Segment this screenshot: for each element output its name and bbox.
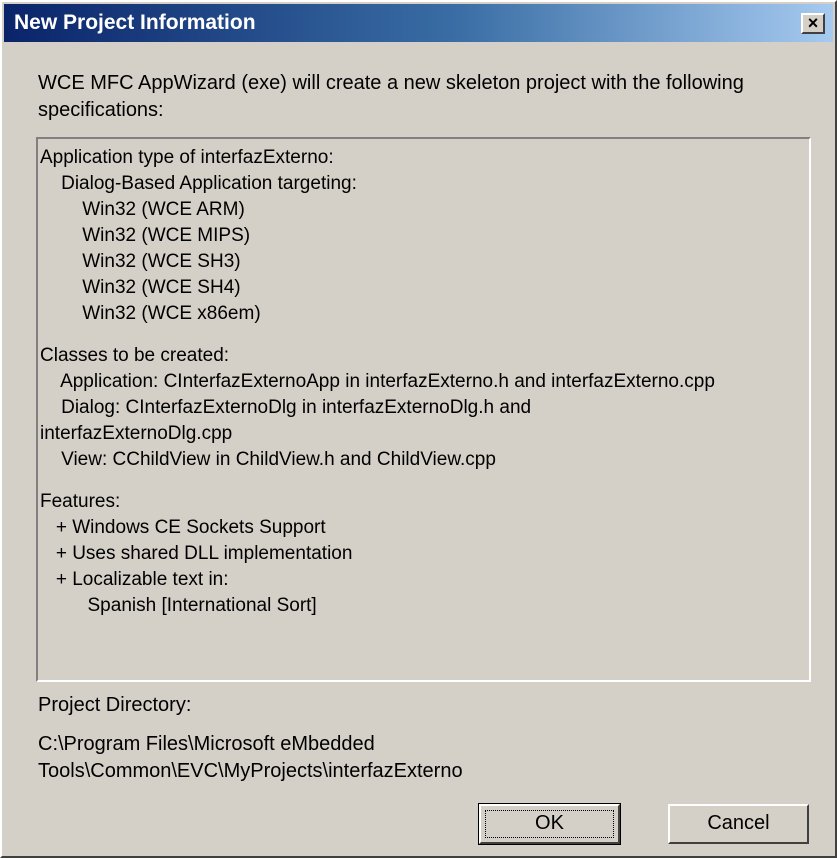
spec-line: Win32 (WCE MIPS) — [40, 225, 251, 246]
spec-line: Classes to be created: — [40, 345, 230, 366]
new-project-information-dialog: New Project Information × WCE MFC AppWiz… — [0, 0, 837, 858]
focus-rectangle — [485, 810, 614, 838]
spec-line: Win32 (WCE x86em) — [40, 303, 261, 324]
spec-line: + Uses shared DLL implementation — [40, 543, 353, 564]
spec-line: Features: — [40, 491, 121, 512]
spec-line: Win32 (WCE SH3) — [40, 251, 241, 272]
spec-line: Spanish [International Sort] — [40, 595, 317, 616]
spec-line: + Localizable text in: — [40, 569, 229, 590]
spec-line: Dialog: CInterfazExternoDlg in interfazE… — [40, 397, 532, 418]
cancel-button[interactable]: Cancel — [668, 804, 809, 844]
cancel-button-label: Cancel — [707, 812, 770, 834]
project-directory-label: Project Directory: — [38, 694, 192, 716]
spec-line: Dialog-Based Application targeting: — [40, 173, 357, 194]
spec-line: + Windows CE Sockets Support — [40, 517, 326, 538]
project-directory-path: C:\Program Files\Microsoft eMbedded Tool… — [38, 733, 463, 782]
spec-line: Win32 (WCE ARM) — [40, 199, 245, 220]
close-icon: × — [807, 13, 819, 33]
title-bar[interactable]: New Project Information × — [4, 4, 833, 42]
intro-text: WCE MFC AppWizard (exe) will create a ne… — [38, 72, 744, 121]
spec-line: View: CChildView in ChildView.h and Chil… — [40, 449, 496, 470]
dialog-title: New Project Information — [14, 11, 256, 34]
spec-line: interfazExternoDlg.cpp — [40, 423, 233, 444]
spec-spacer — [40, 473, 809, 489]
specifications-box[interactable]: Application type of interfazExterno: Dia… — [36, 137, 811, 682]
ok-button[interactable]: OK — [478, 803, 621, 845]
close-button[interactable]: × — [801, 13, 825, 34]
spec-spacer — [40, 327, 809, 343]
spec-line: Win32 (WCE SH4) — [40, 277, 241, 298]
spec-line: Application type of interfazExterno: — [40, 147, 334, 168]
spec-line: Application: CInterfazExternoApp in inte… — [40, 371, 715, 392]
